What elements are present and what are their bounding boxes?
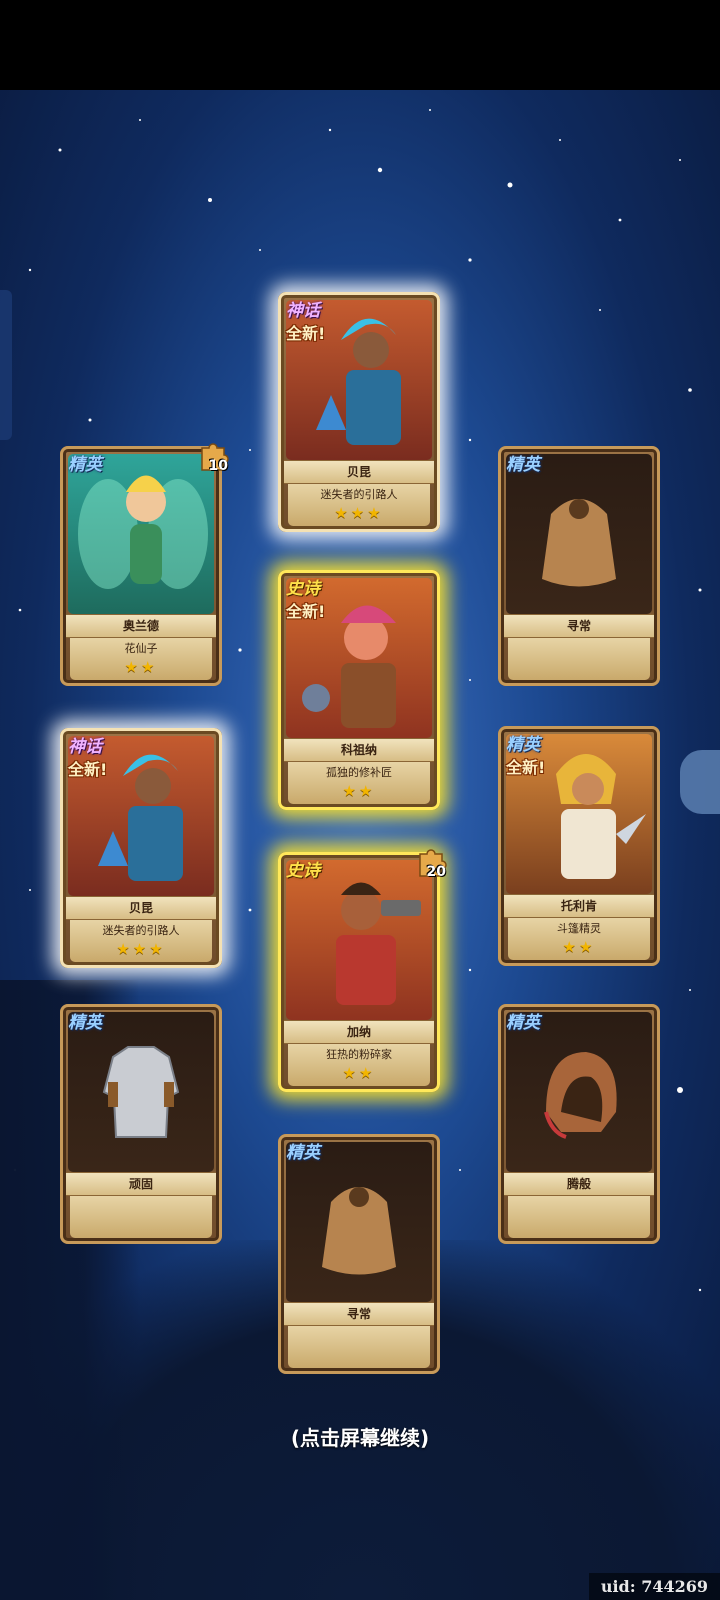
side-float-button[interactable]: [680, 750, 720, 814]
card-title: 斗篷精灵: [557, 922, 601, 935]
card-name: 贝昆: [66, 896, 216, 920]
item-portrait: [68, 1012, 214, 1172]
rarity-label: 史诗: [286, 579, 320, 599]
card-info: [288, 1326, 430, 1368]
reward-card-kezuna[interactable]: 史诗 全新! 科祖纳 孤独的修补匠 ★★: [278, 570, 440, 810]
uid-watermark: uid: 744269: [588, 1573, 720, 1600]
sack-icon: [542, 499, 616, 587]
item-portrait: [286, 1142, 432, 1302]
new-badge: 全新!: [286, 602, 326, 621]
fairy-illustration: [78, 475, 208, 589]
reward-card-bag-2[interactable]: 精英 寻常: [278, 1134, 440, 1374]
rarity-label: 精英: [506, 1013, 540, 1033]
item-portrait: [506, 1012, 652, 1172]
star-rating: ★★★: [116, 940, 166, 958]
rarity-label: 精英: [68, 455, 102, 475]
card-name: 腾般: [504, 1172, 654, 1196]
reward-card-beikun-2[interactable]: 神话 全新! 贝昆 迷失者的引路人 ★★★: [60, 728, 222, 968]
card-info: 迷失者的引路人 ★★★: [288, 484, 430, 526]
card-info: 斗篷精灵 ★★: [508, 918, 650, 960]
reward-card-gana[interactable]: 史诗 20 加纳 狂热的粉碎家 ★★: [278, 849, 447, 1092]
rarity-label: 精英: [286, 1143, 320, 1163]
star-rating: ★★: [124, 658, 158, 676]
reward-card-armor[interactable]: 精英 顽固: [60, 1004, 222, 1244]
card-title: 迷失者的引路人: [102, 924, 180, 937]
card-info: 狂热的粉碎家 ★★: [288, 1044, 430, 1086]
top-status-bar: [0, 0, 720, 90]
card-title: 迷失者的引路人: [320, 488, 398, 501]
card-info: [70, 1196, 212, 1238]
card-name: 加纳: [284, 1020, 434, 1044]
card-info: 孤独的修补匠 ★★: [288, 762, 430, 804]
reward-card-tolikan[interactable]: 精英 全新! 托利肯 斗篷精灵 ★★: [498, 726, 660, 966]
star-rating: ★★: [562, 938, 596, 956]
card-info: 花仙子 ★★: [70, 638, 212, 680]
side-tab-handle[interactable]: [0, 290, 12, 440]
item-portrait: [506, 454, 652, 614]
rarity-label: 精英: [68, 1013, 102, 1033]
card-title: 花仙子: [124, 642, 158, 655]
armor-icon: [102, 1046, 180, 1138]
card-name: 寻常: [504, 614, 654, 638]
card-name: 顽固: [66, 1172, 216, 1196]
sack-icon: [322, 1187, 396, 1275]
fragment-count: 20: [426, 864, 446, 880]
rarity-label: 神话: [286, 301, 320, 321]
new-badge: 全新!: [506, 758, 546, 777]
hood-icon: [544, 1052, 617, 1139]
star-rating: ★★: [342, 1064, 376, 1082]
fragment-count: 10: [208, 458, 228, 474]
hero-portrait: [286, 860, 432, 1020]
card-info: [508, 1196, 650, 1238]
rarity-label: 精英: [506, 735, 540, 755]
reward-card-bag-1[interactable]: 精英 寻常: [498, 446, 660, 686]
card-name: 奥兰德: [66, 614, 216, 638]
card-info: [508, 638, 650, 680]
card-name: 科祖纳: [284, 738, 434, 762]
reward-card-fairy[interactable]: 精英 10 奥兰德 花仙子 ★★: [60, 443, 229, 686]
star-rating: ★★: [342, 782, 376, 800]
hero-portrait: [68, 454, 214, 614]
rarity-label: 史诗: [286, 861, 320, 881]
reward-card-beikun-1[interactable]: 神话 全新! 贝昆 迷失者的引路人 ★★★: [278, 292, 440, 532]
rarity-label: 精英: [506, 455, 540, 475]
hero-illustration: [336, 882, 421, 1005]
card-title: 孤独的修补匠: [326, 766, 392, 779]
new-badge: 全新!: [68, 760, 108, 779]
rarity-label: 神话: [68, 737, 102, 757]
reward-card-hood[interactable]: 精英 腾般: [498, 1004, 660, 1244]
tap-to-continue-hint[interactable]: (点击屏幕继续): [0, 1422, 720, 1451]
star-rating: ★★★: [334, 504, 384, 522]
new-badge: 全新!: [286, 324, 326, 343]
card-name: 托利肯: [504, 894, 654, 918]
card-name: 寻常: [284, 1302, 434, 1326]
card-info: 迷失者的引路人 ★★★: [70, 920, 212, 962]
card-title: 狂热的粉碎家: [326, 1048, 392, 1061]
card-name: 贝昆: [284, 460, 434, 484]
